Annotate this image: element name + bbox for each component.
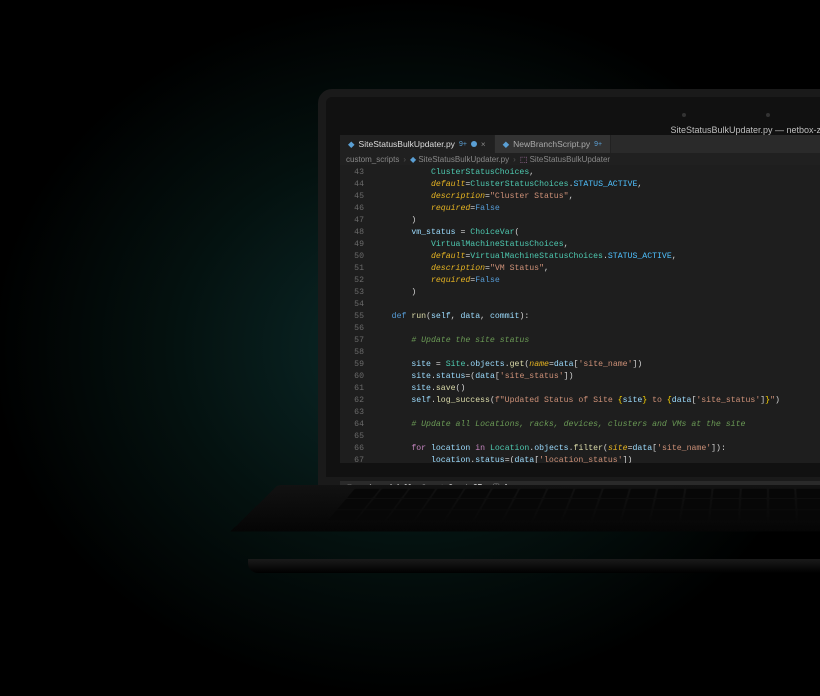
git-decoration: 9+ — [594, 141, 602, 148]
tab-label: SiteStatusBulkUpdater.py — [359, 139, 455, 149]
symbol-icon: ⬚ — [520, 155, 528, 164]
code-content[interactable]: ClusterStatusChoices, default=ClusterSta… — [372, 165, 820, 463]
tab-label: NewBranchScript.py — [513, 139, 590, 149]
breadcrumb-segment[interactable]: ◆ SiteStatusBulkUpdater.py — [410, 155, 509, 164]
laptop-base — [231, 485, 820, 531]
laptop-base-edge — [248, 559, 820, 573]
line-number-gutter: 43 44 45 46 47 48 49 50 51 52 53 54 55 5… — [340, 165, 372, 463]
editor-pane[interactable]: 43 44 45 46 47 48 49 50 51 52 53 54 55 5… — [340, 165, 820, 463]
git-decoration: 9+ — [459, 141, 467, 148]
bezel-dots — [326, 113, 820, 117]
breadcrumb-segment[interactable]: ⬚ SiteStatusBulkUpdater — [520, 155, 610, 164]
tab-newbranchscript-py[interactable]: ◆NewBranchScript.py 9+ — [495, 135, 612, 153]
laptop-mockup: SiteStatusBulkUpdater.py — netbox-zero-t… — [318, 89, 820, 589]
breadcrumb-separator: › — [403, 155, 406, 164]
screen-bezel: SiteStatusBulkUpdater.py — netbox-zero-t… — [318, 89, 820, 485]
breadcrumb-separator: › — [513, 155, 516, 164]
close-icon[interactable]: × — [481, 140, 486, 149]
keyboard — [328, 489, 820, 521]
dirty-indicator — [471, 141, 477, 147]
file-icon: ◆ — [348, 139, 355, 150]
file-icon: ◆ — [503, 139, 510, 150]
tab-bar: ◆SiteStatusBulkUpdater.py9+×◆NewBranchSc… — [340, 135, 820, 153]
breadcrumb: custom_scripts › ◆ SiteStatusBulkUpdater.p… — [340, 153, 820, 165]
file-icon: ◆ — [410, 155, 416, 164]
window-title: SiteStatusBulkUpdater.py — netbox-zero-t… — [326, 125, 820, 135]
tab-sitestatusbulkupdater-py[interactable]: ◆ SiteStatusBulkUpdater.py 9+ × — [340, 135, 495, 153]
breadcrumb-segment[interactable]: custom_scripts — [346, 155, 399, 164]
